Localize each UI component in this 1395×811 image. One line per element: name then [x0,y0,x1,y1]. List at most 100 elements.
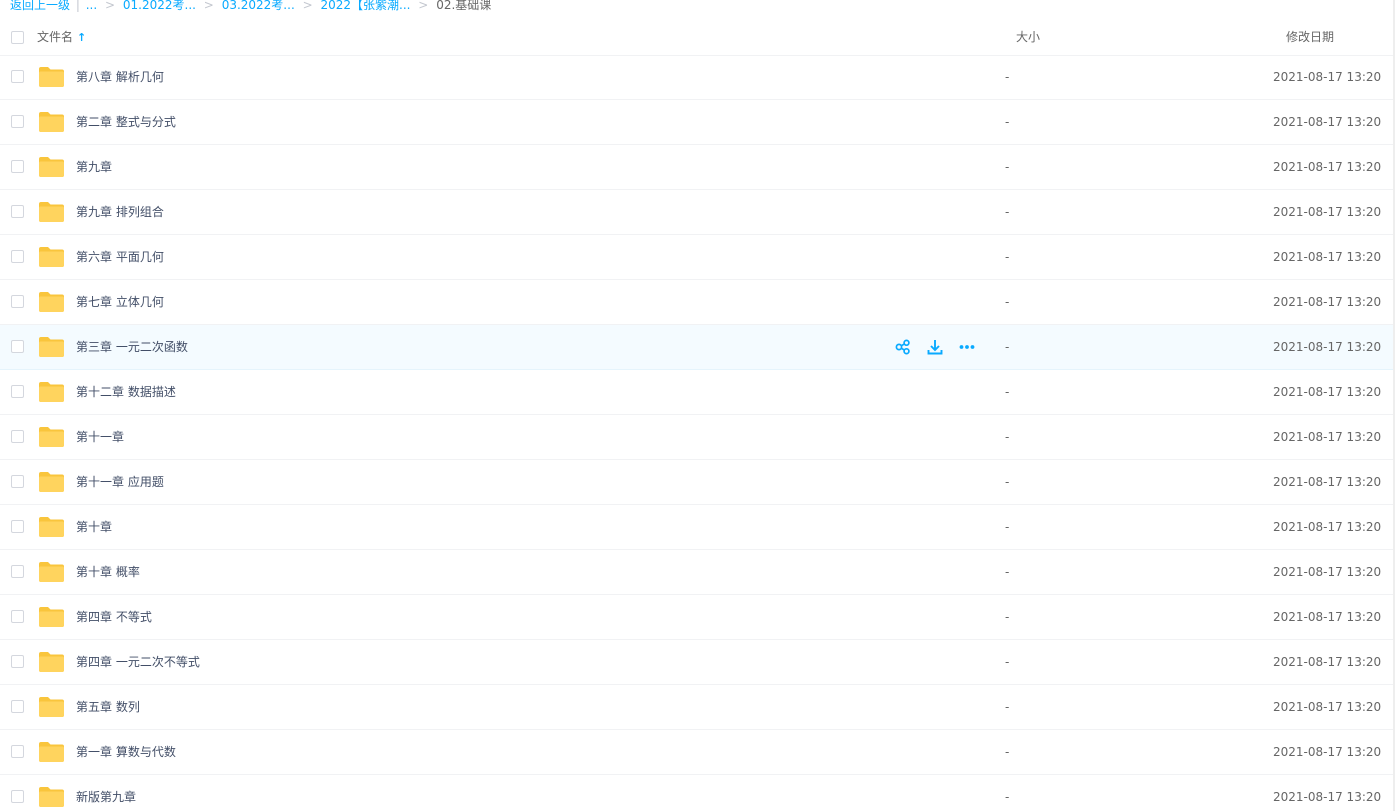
row-checkbox[interactable] [11,520,24,533]
file-size: - [1005,475,1010,489]
breadcrumb-item[interactable]: 01.2022考... [123,0,196,12]
file-name[interactable]: 第四章 一元二次不等式 [76,640,200,684]
file-row[interactable]: 第七章 立体几何 - 2021-08-17 13:20 [0,280,1395,325]
folder-icon [39,112,64,132]
file-row[interactable]: 第九章 排列组合 - 2021-08-17 13:20 [0,190,1395,235]
row-checkbox[interactable] [11,295,24,308]
folder-icon [39,517,64,537]
file-name[interactable]: 第十章 [76,505,112,549]
folder-icon [39,202,64,222]
row-checkbox[interactable] [11,610,24,623]
folder-icon [39,67,64,87]
file-date: 2021-08-17 13:20 [1273,115,1382,129]
file-name[interactable]: 新版第九章 [76,775,136,811]
breadcrumb-pipe: | [75,0,80,12]
file-date: 2021-08-17 13:20 [1273,70,1382,84]
file-size: - [1005,520,1010,534]
breadcrumb: 返回上一级 | ... > 01.2022考... > 03.2022考... … [10,0,491,14]
list-header: 文件名 ↑ 大小 修改日期 [0,19,1395,56]
folder-icon [39,292,64,312]
row-checkbox[interactable] [11,70,24,83]
row-checkbox[interactable] [11,385,24,398]
file-date: 2021-08-17 13:20 [1273,655,1382,669]
share-icon[interactable] [894,338,912,356]
file-row[interactable]: 第八章 解析几何 - 2021-08-17 13:20 [0,55,1395,100]
file-size: - [1005,340,1010,354]
download-icon[interactable] [926,338,944,356]
select-all-checkbox[interactable] [11,31,24,44]
back-link[interactable]: 返回上一级 [10,0,70,12]
file-row[interactable]: 第二章 整式与分式 - 2021-08-17 13:20 [0,100,1395,145]
file-row[interactable]: 第九章 - 2021-08-17 13:20 [0,145,1395,190]
file-name[interactable]: 第六章 平面几何 [76,235,164,279]
breadcrumb-current: 02.基础课 [436,0,492,12]
breadcrumb-ellipsis[interactable]: ... [86,0,97,12]
row-checkbox[interactable] [11,430,24,443]
file-row[interactable]: 第四章 一元二次不等式 - 2021-08-17 13:20 [0,640,1395,685]
file-row[interactable]: 第十二章 数据描述 - 2021-08-17 13:20 [0,370,1395,415]
file-name[interactable]: 第九章 排列组合 [76,190,164,234]
column-date-label[interactable]: 修改日期 [1286,19,1334,55]
row-checkbox[interactable] [11,160,24,173]
file-date: 2021-08-17 13:20 [1273,475,1382,489]
file-name[interactable]: 第五章 数列 [76,685,140,729]
more-icon[interactable] [958,338,976,356]
row-checkbox[interactable] [11,655,24,668]
file-name[interactable]: 第十一章 应用题 [76,460,164,504]
file-size: - [1005,610,1010,624]
file-name[interactable]: 第四章 不等式 [76,595,152,639]
file-name[interactable]: 第七章 立体几何 [76,280,164,324]
row-checkbox[interactable] [11,340,24,353]
breadcrumb-separator: > [302,0,313,12]
file-name[interactable]: 第二章 整式与分式 [76,100,176,144]
sort-by-name[interactable]: 文件名 ↑ [37,19,86,56]
file-row[interactable]: 第十章 - 2021-08-17 13:20 [0,505,1395,550]
breadcrumb-item[interactable]: 2022【张紫潮... [320,0,410,12]
breadcrumb-separator: > [105,0,116,12]
column-size-label[interactable]: 大小 [1016,19,1040,55]
breadcrumb-separator: > [418,0,429,12]
column-name-label: 文件名 [37,30,74,44]
row-checkbox[interactable] [11,745,24,758]
row-checkbox[interactable] [11,790,24,803]
file-name[interactable]: 第九章 [76,145,112,189]
file-list: 第八章 解析几何 - 2021-08-17 13:20 第二章 整式与分式 - … [0,55,1395,811]
file-row[interactable]: 第六章 平面几何 - 2021-08-17 13:20 [0,235,1395,280]
folder-icon [39,472,64,492]
row-checkbox[interactable] [11,565,24,578]
file-row[interactable]: 第十章 概率 - 2021-08-17 13:20 [0,550,1395,595]
file-size: - [1005,115,1010,129]
file-size: - [1005,700,1010,714]
file-date: 2021-08-17 13:20 [1273,520,1382,534]
row-checkbox[interactable] [11,475,24,488]
folder-icon [39,337,64,357]
file-row[interactable]: 第五章 数列 - 2021-08-17 13:20 [0,685,1395,730]
file-name[interactable]: 第十章 概率 [76,550,140,594]
folder-icon [39,157,64,177]
row-checkbox[interactable] [11,205,24,218]
file-date: 2021-08-17 13:20 [1273,700,1382,714]
folder-icon [39,427,64,447]
file-date: 2021-08-17 13:20 [1273,160,1382,174]
file-size: - [1005,430,1010,444]
file-name[interactable]: 第三章 一元二次函数 [76,325,188,369]
file-row[interactable]: 第十一章 - 2021-08-17 13:20 [0,415,1395,460]
file-date: 2021-08-17 13:20 [1273,385,1382,399]
breadcrumb-separator: > [203,0,214,12]
file-name[interactable]: 第十一章 [76,415,124,459]
folder-icon [39,562,64,582]
breadcrumb-item[interactable]: 03.2022考... [222,0,295,12]
file-name[interactable]: 第八章 解析几何 [76,55,164,99]
row-checkbox[interactable] [11,250,24,263]
row-checkbox[interactable] [11,700,24,713]
file-date: 2021-08-17 13:20 [1273,205,1382,219]
file-row[interactable]: 第三章 一元二次函数 - 2021-08-17 13:20 [0,325,1395,370]
file-date: 2021-08-17 13:20 [1273,430,1382,444]
file-row[interactable]: 新版第九章 - 2021-08-17 13:20 [0,775,1395,811]
row-checkbox[interactable] [11,115,24,128]
file-row[interactable]: 第一章 算数与代数 - 2021-08-17 13:20 [0,730,1395,775]
file-row[interactable]: 第四章 不等式 - 2021-08-17 13:20 [0,595,1395,640]
file-name[interactable]: 第十二章 数据描述 [76,370,176,414]
file-name[interactable]: 第一章 算数与代数 [76,730,176,774]
file-row[interactable]: 第十一章 应用题 - 2021-08-17 13:20 [0,460,1395,505]
